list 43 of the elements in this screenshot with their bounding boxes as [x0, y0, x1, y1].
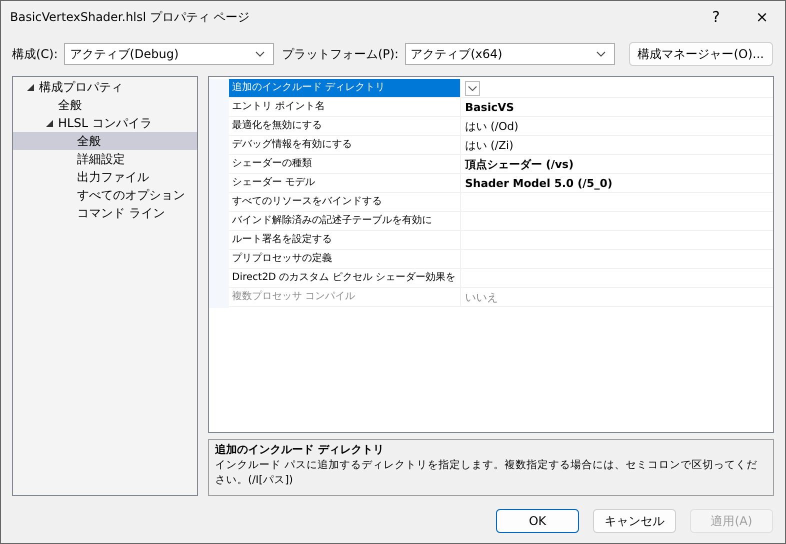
platform-label: プラットフォーム(P):	[282, 46, 399, 62]
platform-dropdown[interactable]: アクティブ(x64)	[404, 43, 615, 65]
tree-item[interactable]: コマンド ライン	[77, 204, 165, 222]
tree-item[interactable]: 構成プロパティ	[39, 78, 123, 96]
tree-item[interactable]: 出力ファイル	[77, 168, 149, 186]
close-button[interactable]: ×	[739, 1, 785, 33]
property-name[interactable]: 最適化を無効にする	[229, 117, 461, 135]
property-value: 頂点シェーダー (/vs)	[465, 156, 574, 172]
tree-item[interactable]: HLSL コンパイラ	[58, 114, 152, 132]
property-name[interactable]: シェーダーの種類	[229, 155, 461, 173]
expanded-triangle-icon[interactable]	[26, 84, 34, 90]
expanded-triangle-icon[interactable]	[46, 120, 52, 126]
dropdown-button[interactable]	[465, 80, 480, 96]
property-name[interactable]: バインド解除済みの記述子テーブルを有効に	[229, 212, 461, 230]
property-name[interactable]: ルート署名を設定する	[229, 231, 461, 249]
property-name[interactable]: プリプロセッサの定義	[229, 250, 461, 268]
dialog-button[interactable]: OK	[496, 509, 579, 533]
property-value: いいえ	[465, 290, 498, 304]
chevron-down-icon	[254, 51, 265, 57]
property-name[interactable]: 追加のインクルード ディレクトリ	[229, 79, 461, 97]
tree-item[interactable]: 全般	[77, 132, 101, 150]
tree-item[interactable]: すべてのオプション	[77, 186, 185, 204]
property-value: はい (/Od)	[465, 118, 518, 134]
property-name[interactable]: Direct2D のカスタム ピクセル シェーダー効果を	[229, 269, 461, 287]
dialog-button[interactable]: キャンセル	[593, 509, 676, 533]
property-name[interactable]: すべてのリソースをバインドする	[229, 193, 461, 211]
property-name[interactable]: デバッグ情報を有効にする	[229, 136, 461, 154]
window-title: BasicVertexShader.hlsl プロパティ ページ	[10, 8, 251, 26]
configuration-manager-button[interactable]: 構成マネージャー(O)...	[628, 42, 773, 66]
property-name[interactable]: エントリ ポイント名	[229, 98, 461, 116]
chevron-down-icon	[468, 86, 477, 90]
property-name[interactable]: シェーダー モデル	[229, 174, 461, 192]
chevron-down-icon	[596, 51, 606, 57]
property-value: はい (/Zi)	[465, 138, 514, 152]
property-value: Shader Model 5.0 (/5_0)	[465, 176, 612, 190]
help-button[interactable]: ?	[693, 1, 739, 33]
tree-item[interactable]: 詳細設定	[77, 150, 125, 168]
configuration-dropdown[interactable]: アクティブ(Debug)	[64, 43, 274, 65]
tree-item[interactable]: 全般	[58, 96, 82, 114]
configuration-label: 構成(C):	[12, 46, 58, 62]
description-title: 追加のインクルード ディレクトリ	[215, 442, 385, 458]
property-value: BasicVS	[465, 100, 514, 114]
description-text: インクルード パスに追加するディレクトリを指定します。複数指定する場合には、セミコロンで区切ってください。(/I[パス])	[215, 458, 758, 488]
